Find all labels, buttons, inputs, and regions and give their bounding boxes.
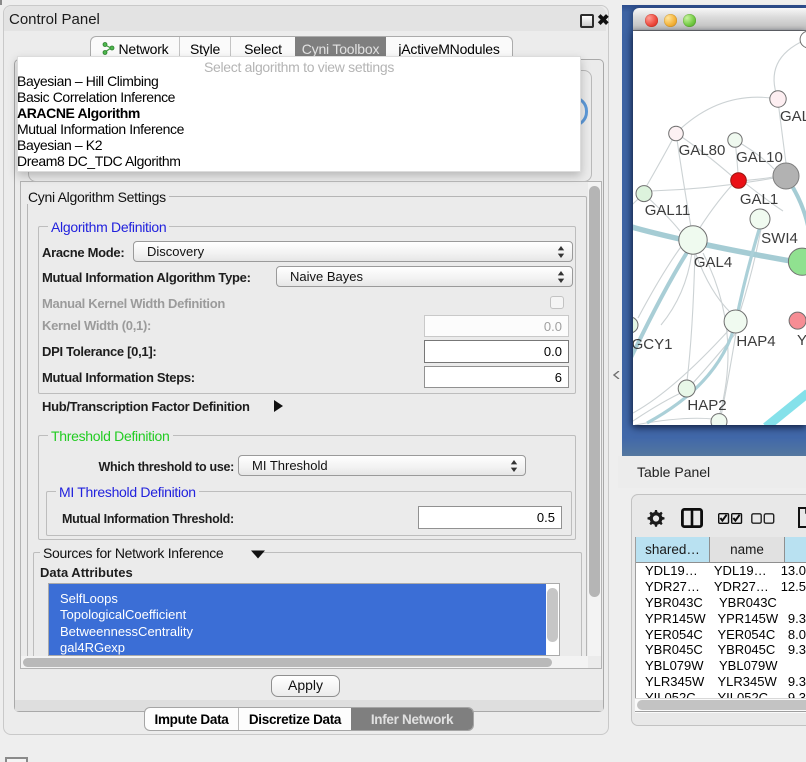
svg-text:SWI4: SWI4 (761, 230, 798, 247)
svg-text:GAL4: GAL4 (694, 254, 732, 271)
svg-text:GAL1: GAL1 (740, 191, 778, 208)
svg-text:GAL7: GAL7 (780, 108, 806, 125)
svg-text:HAP4: HAP4 (736, 333, 775, 350)
svg-text:GCY1: GCY1 (633, 336, 672, 353)
svg-text:YMR: YMR (797, 332, 806, 349)
svg-text:GAL10: GAL10 (736, 149, 783, 166)
svg-text:GAL80: GAL80 (679, 142, 726, 159)
svg-text:HAP2: HAP2 (687, 397, 726, 414)
svg-text:GAL11: GAL11 (645, 202, 691, 219)
